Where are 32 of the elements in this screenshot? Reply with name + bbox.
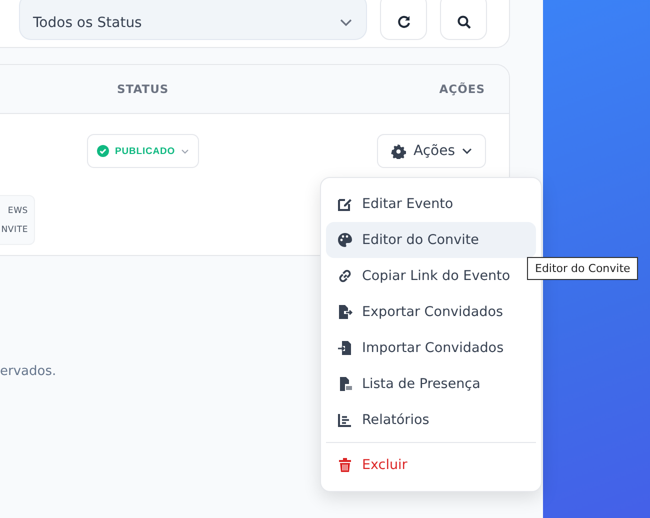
menu-item[interactable]: Editor do Convite <box>326 222 536 258</box>
refresh-button[interactable] <box>380 0 427 40</box>
file-import-icon <box>337 340 353 356</box>
column-header: AÇÕES <box>439 82 485 96</box>
search-icon <box>456 14 470 28</box>
palette-icon <box>337 232 353 248</box>
menu-item[interactable]: Lista de Presença <box>326 366 536 402</box>
chevron-down-icon <box>340 19 352 27</box>
status-select[interactable]: Todos os Status <box>19 0 367 40</box>
menu-item[interactable]: Excluir <box>326 447 536 483</box>
chevron-down-icon <box>181 148 190 154</box>
tooltip: Editor do Convite <box>527 257 638 280</box>
edit-icon <box>337 196 353 212</box>
column-header: STATUS <box>117 82 169 96</box>
chart-icon <box>337 412 353 428</box>
tag-label: EWS <box>8 206 28 216</box>
pdf-file-icon <box>337 376 353 392</box>
refresh-icon <box>396 14 410 28</box>
check-circle-icon <box>97 145 109 157</box>
actions-button[interactable]: Ações <box>377 134 486 168</box>
file-export-icon <box>337 304 353 320</box>
menu-item[interactable]: Exportar Convidados <box>326 294 536 330</box>
trash-icon <box>337 457 353 473</box>
gear-icon <box>391 144 406 158</box>
tag-label: NVITE <box>1 224 28 234</box>
footer-text: ervados. <box>0 364 58 379</box>
search-button[interactable] <box>440 0 487 40</box>
link-icon <box>337 268 353 284</box>
menu-item[interactable]: Importar Convidados <box>326 330 536 366</box>
menu-item[interactable]: Relatórios <box>326 402 536 438</box>
chevron-down-icon <box>462 148 472 154</box>
menu-item[interactable]: Editar Evento <box>326 186 536 222</box>
